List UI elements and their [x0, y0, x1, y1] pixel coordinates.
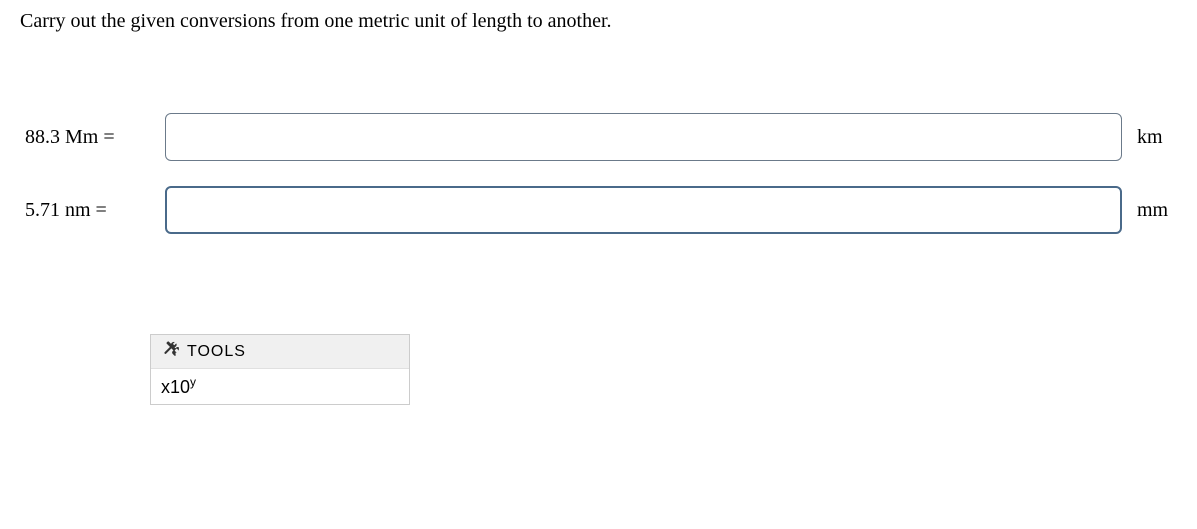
tool-button-exponent: y — [190, 375, 196, 389]
tool-button-base: x10 — [161, 377, 190, 397]
conversion-unit-1: km — [1137, 126, 1177, 149]
tools-scientific-notation-button[interactable]: x10y — [151, 369, 409, 404]
conversion-unit-2: mm — [1137, 199, 1177, 222]
conversion-input-1[interactable] — [165, 113, 1122, 161]
tools-panel: TOOLS x10y — [150, 334, 410, 405]
conversion-row-1: 88.3 Mm = km — [20, 113, 1177, 161]
conversion-label-1: 88.3 Mm = — [20, 126, 150, 149]
conversion-row-2: 5.71 nm = mm — [20, 186, 1177, 234]
tools-header-label: TOOLS — [187, 343, 246, 361]
tools-header: TOOLS — [151, 335, 409, 369]
wrench-icon — [163, 341, 179, 362]
conversion-label-2: 5.71 nm = — [20, 199, 150, 222]
instruction-text: Carry out the given conversions from one… — [20, 10, 1177, 33]
conversion-input-2[interactable] — [165, 186, 1122, 234]
